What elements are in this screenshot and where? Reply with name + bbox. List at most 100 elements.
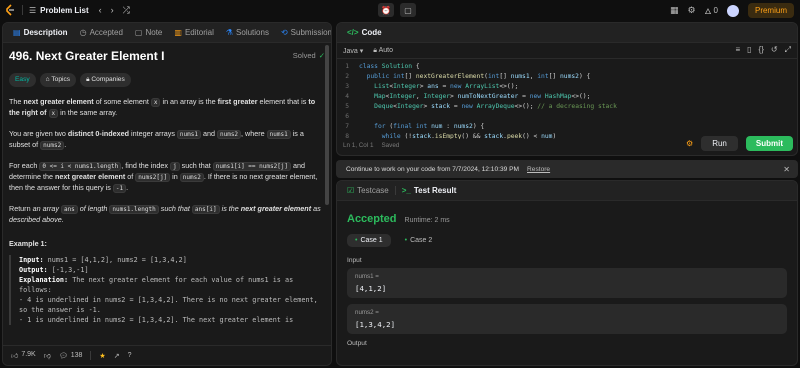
settings-gear-icon[interactable]: ⚙ [687, 5, 695, 16]
like-button[interactable]: 👍︎ 7.9K [11, 351, 36, 360]
tab-code[interactable]: </> Code [341, 23, 388, 43]
braces-icon[interactable]: {} [759, 45, 764, 55]
top-nav: ☰ Problem List ‹ › ⤮ ⏰ ▢ ▦ ⚙ 🜂 0 Premium [0, 0, 800, 20]
note-icon: ▢ [134, 28, 143, 37]
topics-button[interactable]: ⌂ Topics [39, 73, 77, 87]
help-icon[interactable]: ? [128, 352, 132, 359]
run-button[interactable]: Run [701, 136, 738, 151]
next-problem-icon[interactable]: › [111, 5, 114, 15]
dislike-button[interactable]: 👎︎ [44, 351, 51, 360]
timer-icon[interactable]: ⏰ [378, 3, 394, 17]
runtime-label: Runtime: 2 ms [404, 217, 450, 224]
input-nums1: nums1 = [4,1,2] [347, 268, 787, 298]
problem-description: 496. Next Greater Element I Solved ✓ Eas… [3, 43, 331, 343]
premium-button[interactable]: Premium [747, 3, 794, 18]
description-panel: ▤ Description ◷ Accepted ▢ Note ▥ Editorial … [2, 22, 332, 366]
leetcode-logo-icon[interactable] [4, 4, 16, 16]
notes-icon[interactable]: ▢ [400, 3, 416, 17]
layout-grid-icon[interactable]: ▦ [670, 5, 679, 16]
close-icon[interactable]: ✕ [783, 165, 790, 174]
example-heading: Example 1: [9, 239, 47, 248]
tab-test-result[interactable]: >_ Test Result [396, 181, 463, 201]
code-panel: </> Code Java ▾ 🔒︎ Auto ≡ ▯ {} ↺ ⤢ 1 class… [336, 22, 798, 156]
code-editor[interactable]: 1 class Solution { 2 public int[] nextGrea… [337, 59, 797, 139]
nav-divider [22, 5, 23, 15]
console-icon[interactable]: ⚙︎ [686, 139, 693, 148]
star-icon[interactable]: ★ [99, 352, 105, 360]
document-icon: ▤ [13, 28, 21, 37]
list-icon: ☰ [29, 5, 37, 15]
tab-editorial[interactable]: ▥ Editorial [168, 23, 219, 43]
description-paragraph-2: You are given two distinct 0-indexed int… [9, 129, 304, 150]
share-icon[interactable]: ↗ [114, 352, 120, 360]
difficulty-badge: Easy [9, 73, 36, 87]
comments-button[interactable]: 💬︎ 138 [59, 352, 83, 360]
comment-icon: 💬︎ [58, 352, 68, 360]
run-controls: ⚙︎ Run Submit [686, 136, 793, 151]
line-number: 3 [345, 83, 349, 90]
checkbox-icon: ☑ [347, 186, 355, 195]
description-scrollbar[interactable] [325, 45, 329, 205]
shuffle-icon[interactable]: ⤮ [123, 5, 130, 16]
description-paragraph-4: Return an array ans of length nums1.leng… [9, 204, 321, 224]
tab-submissions[interactable]: ⟲ Submissions [275, 23, 331, 43]
format-icon[interactable]: ≡ [735, 45, 740, 55]
code-text: public int[] nextGreaterElement(int[] nu… [366, 73, 591, 80]
thumbs-down-icon: 👎︎ [43, 353, 51, 360]
companies-button[interactable]: 🔒︎ Companies [80, 73, 131, 87]
line-number: 2 [345, 73, 349, 80]
flask-icon: ⚗ [225, 28, 234, 37]
tab-description[interactable]: ▤ Description [7, 23, 74, 43]
history-icon: ⟲ [280, 28, 288, 37]
solved-status: Solved ✓ [292, 51, 325, 60]
line-number: 8 [345, 133, 349, 139]
description-paragraph-1: The next greater element of some element… [9, 97, 316, 118]
case-1-tab[interactable]: • Case 1 [347, 234, 391, 247]
line-number: 1 [345, 63, 349, 70]
restore-link[interactable]: Restore [527, 166, 550, 173]
code-line[interactable]: 7 for (final int num : nums2) { [337, 122, 797, 132]
tab-accepted[interactable]: ◷ Accepted [74, 23, 129, 43]
code-text: List<Integer> ans = new ArrayList<>(); [374, 83, 519, 90]
book-icon: ▥ [174, 28, 182, 37]
code-line[interactable]: 4 Map<Integer, Integer> numToNextGreater… [337, 92, 797, 102]
footer-divider [90, 351, 92, 360]
line-number: 6 [345, 113, 349, 120]
tab-testcase[interactable]: ☑ Testcase [341, 181, 395, 201]
code-line[interactable]: 1 class Solution { [337, 62, 797, 72]
bookmark-icon[interactable]: ▯ [747, 45, 751, 55]
line-number: 4 [345, 93, 349, 100]
problem-chips: Easy ⌂ Topics 🔒︎ Companies [9, 73, 325, 87]
input-label: Input [347, 257, 362, 264]
code-text: Deque<Integer> stack = new ArrayDeque<>(… [374, 103, 617, 110]
result-tabbar: ☑ Testcase >_ Test Result [337, 181, 797, 201]
code-tabbar: </> Code [337, 23, 797, 43]
problem-list-link[interactable]: ☰ Problem List [29, 6, 89, 15]
autocomplete-mode[interactable]: 🔒︎ Auto [373, 47, 393, 55]
code-text: while (!stack.isEmpty() && stack.peek() … [381, 133, 557, 139]
pass-dot-icon: • [355, 237, 358, 244]
language-select[interactable]: Java ▾ [343, 47, 363, 55]
code-line[interactable]: 6 [337, 112, 797, 122]
code-tools: ≡ ▯ {} ↺ ⤢ [735, 45, 791, 55]
terminal-icon: >_ [401, 186, 411, 195]
code-line[interactable]: 5 Deque<Integer> stack = new ArrayDeque<… [337, 102, 797, 112]
user-avatar[interactable] [726, 4, 739, 17]
tab-note[interactable]: ▢ Note [129, 23, 168, 43]
code-line[interactable]: 2 public int[] nextGreaterElement(int[] … [337, 72, 797, 82]
tab-solutions[interactable]: ⚗ Solutions [220, 23, 275, 43]
code-text: for (final int num : nums2) { [374, 123, 485, 130]
submit-button[interactable]: Submit [745, 136, 793, 151]
output-label: Output [347, 340, 367, 347]
streak-counter[interactable]: 🜂 0 [705, 2, 718, 19]
pass-dot-icon: • [404, 237, 408, 244]
code-line[interactable]: 3 List<Integer> ans = new ArrayList<>(); [337, 82, 797, 92]
code-toolbar: Java ▾ 🔒︎ Auto [337, 43, 797, 59]
code-text: class Solution { [359, 63, 420, 70]
reset-icon[interactable]: ↺ [771, 45, 778, 55]
prev-problem-icon[interactable]: ‹ [99, 5, 102, 15]
case-2-tab[interactable]: • Case 2 [397, 234, 441, 247]
fullscreen-icon[interactable]: ⤢ [785, 45, 791, 55]
restore-notice: Continue to work on your code from 7/7/2… [336, 160, 798, 178]
lock-icon: 🔒︎ [373, 46, 377, 54]
